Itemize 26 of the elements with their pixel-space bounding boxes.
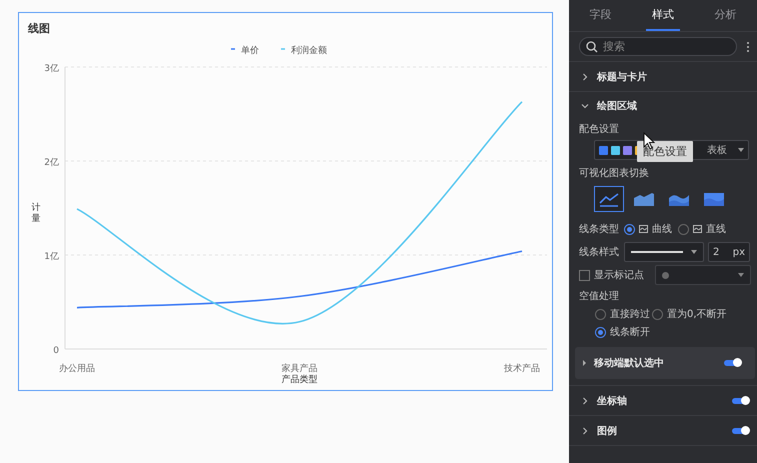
y-axis-label: 2亿	[44, 158, 59, 168]
option-label: 直接跨过	[610, 308, 650, 321]
option-label: 线条断开	[610, 326, 650, 339]
tooltip: 配色设置	[637, 141, 693, 162]
legend-label: 单价	[241, 45, 259, 56]
chart-title: 线图	[26, 21, 51, 37]
legend-label: 利润金额	[291, 45, 327, 56]
y-axis-title: 计量	[32, 203, 40, 224]
field-label: 线条样式	[579, 246, 619, 259]
x-axis-label: 家具产品	[282, 364, 318, 374]
legend-item: 利润金额	[281, 46, 327, 56]
option-label: 置为0,不断开	[667, 308, 727, 321]
legend-item: 单价	[231, 46, 259, 56]
option-label: 曲线	[652, 222, 672, 236]
field-label: 配色设置	[579, 122, 620, 136]
y-axis-label: 1亿	[44, 252, 59, 262]
checkbox-label: 显示标记点	[594, 268, 644, 282]
field-label: 线条类型	[579, 222, 619, 236]
y-axis-label: 3亿	[44, 64, 59, 74]
field-label: 空值处理	[579, 290, 620, 303]
x-axis-label: 技术产品	[504, 364, 540, 374]
option-label: 直线	[706, 222, 726, 236]
x-axis-title: 产品类型	[282, 375, 318, 385]
y-axis-label: 0	[53, 346, 59, 356]
field-label: 可视化图表切换	[579, 166, 650, 180]
x-axis-label: 办公用品	[59, 364, 95, 374]
